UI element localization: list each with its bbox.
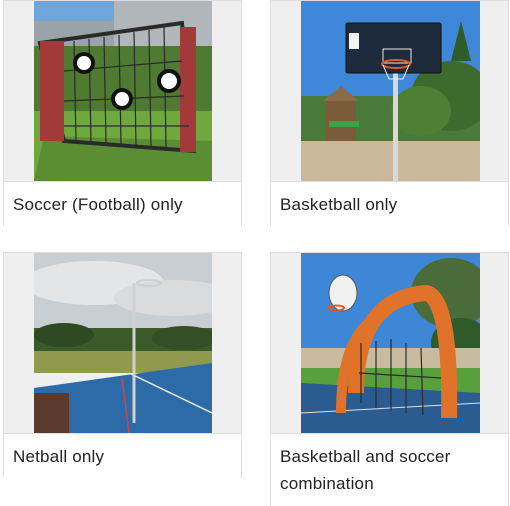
card-caption: Basketball only	[271, 181, 508, 226]
combo-goal-photo	[301, 253, 480, 433]
basketball-hoop-photo	[301, 1, 480, 181]
netball-hoop-photo	[34, 253, 212, 433]
activity-card-basketball[interactable]: Basketball only	[270, 0, 509, 226]
card-caption: Netball only	[4, 433, 241, 478]
activity-card-soccer[interactable]: Soccer (Football) only	[3, 0, 242, 226]
card-caption: Basketball and soccer combination	[271, 433, 508, 506]
activity-card-basketball-soccer[interactable]: Basketball and soccer combination	[270, 252, 509, 506]
card-caption: Soccer (Football) only	[4, 181, 241, 226]
soccer-goal-photo	[34, 1, 212, 181]
activity-card-netball[interactable]: Netball only	[3, 252, 242, 478]
